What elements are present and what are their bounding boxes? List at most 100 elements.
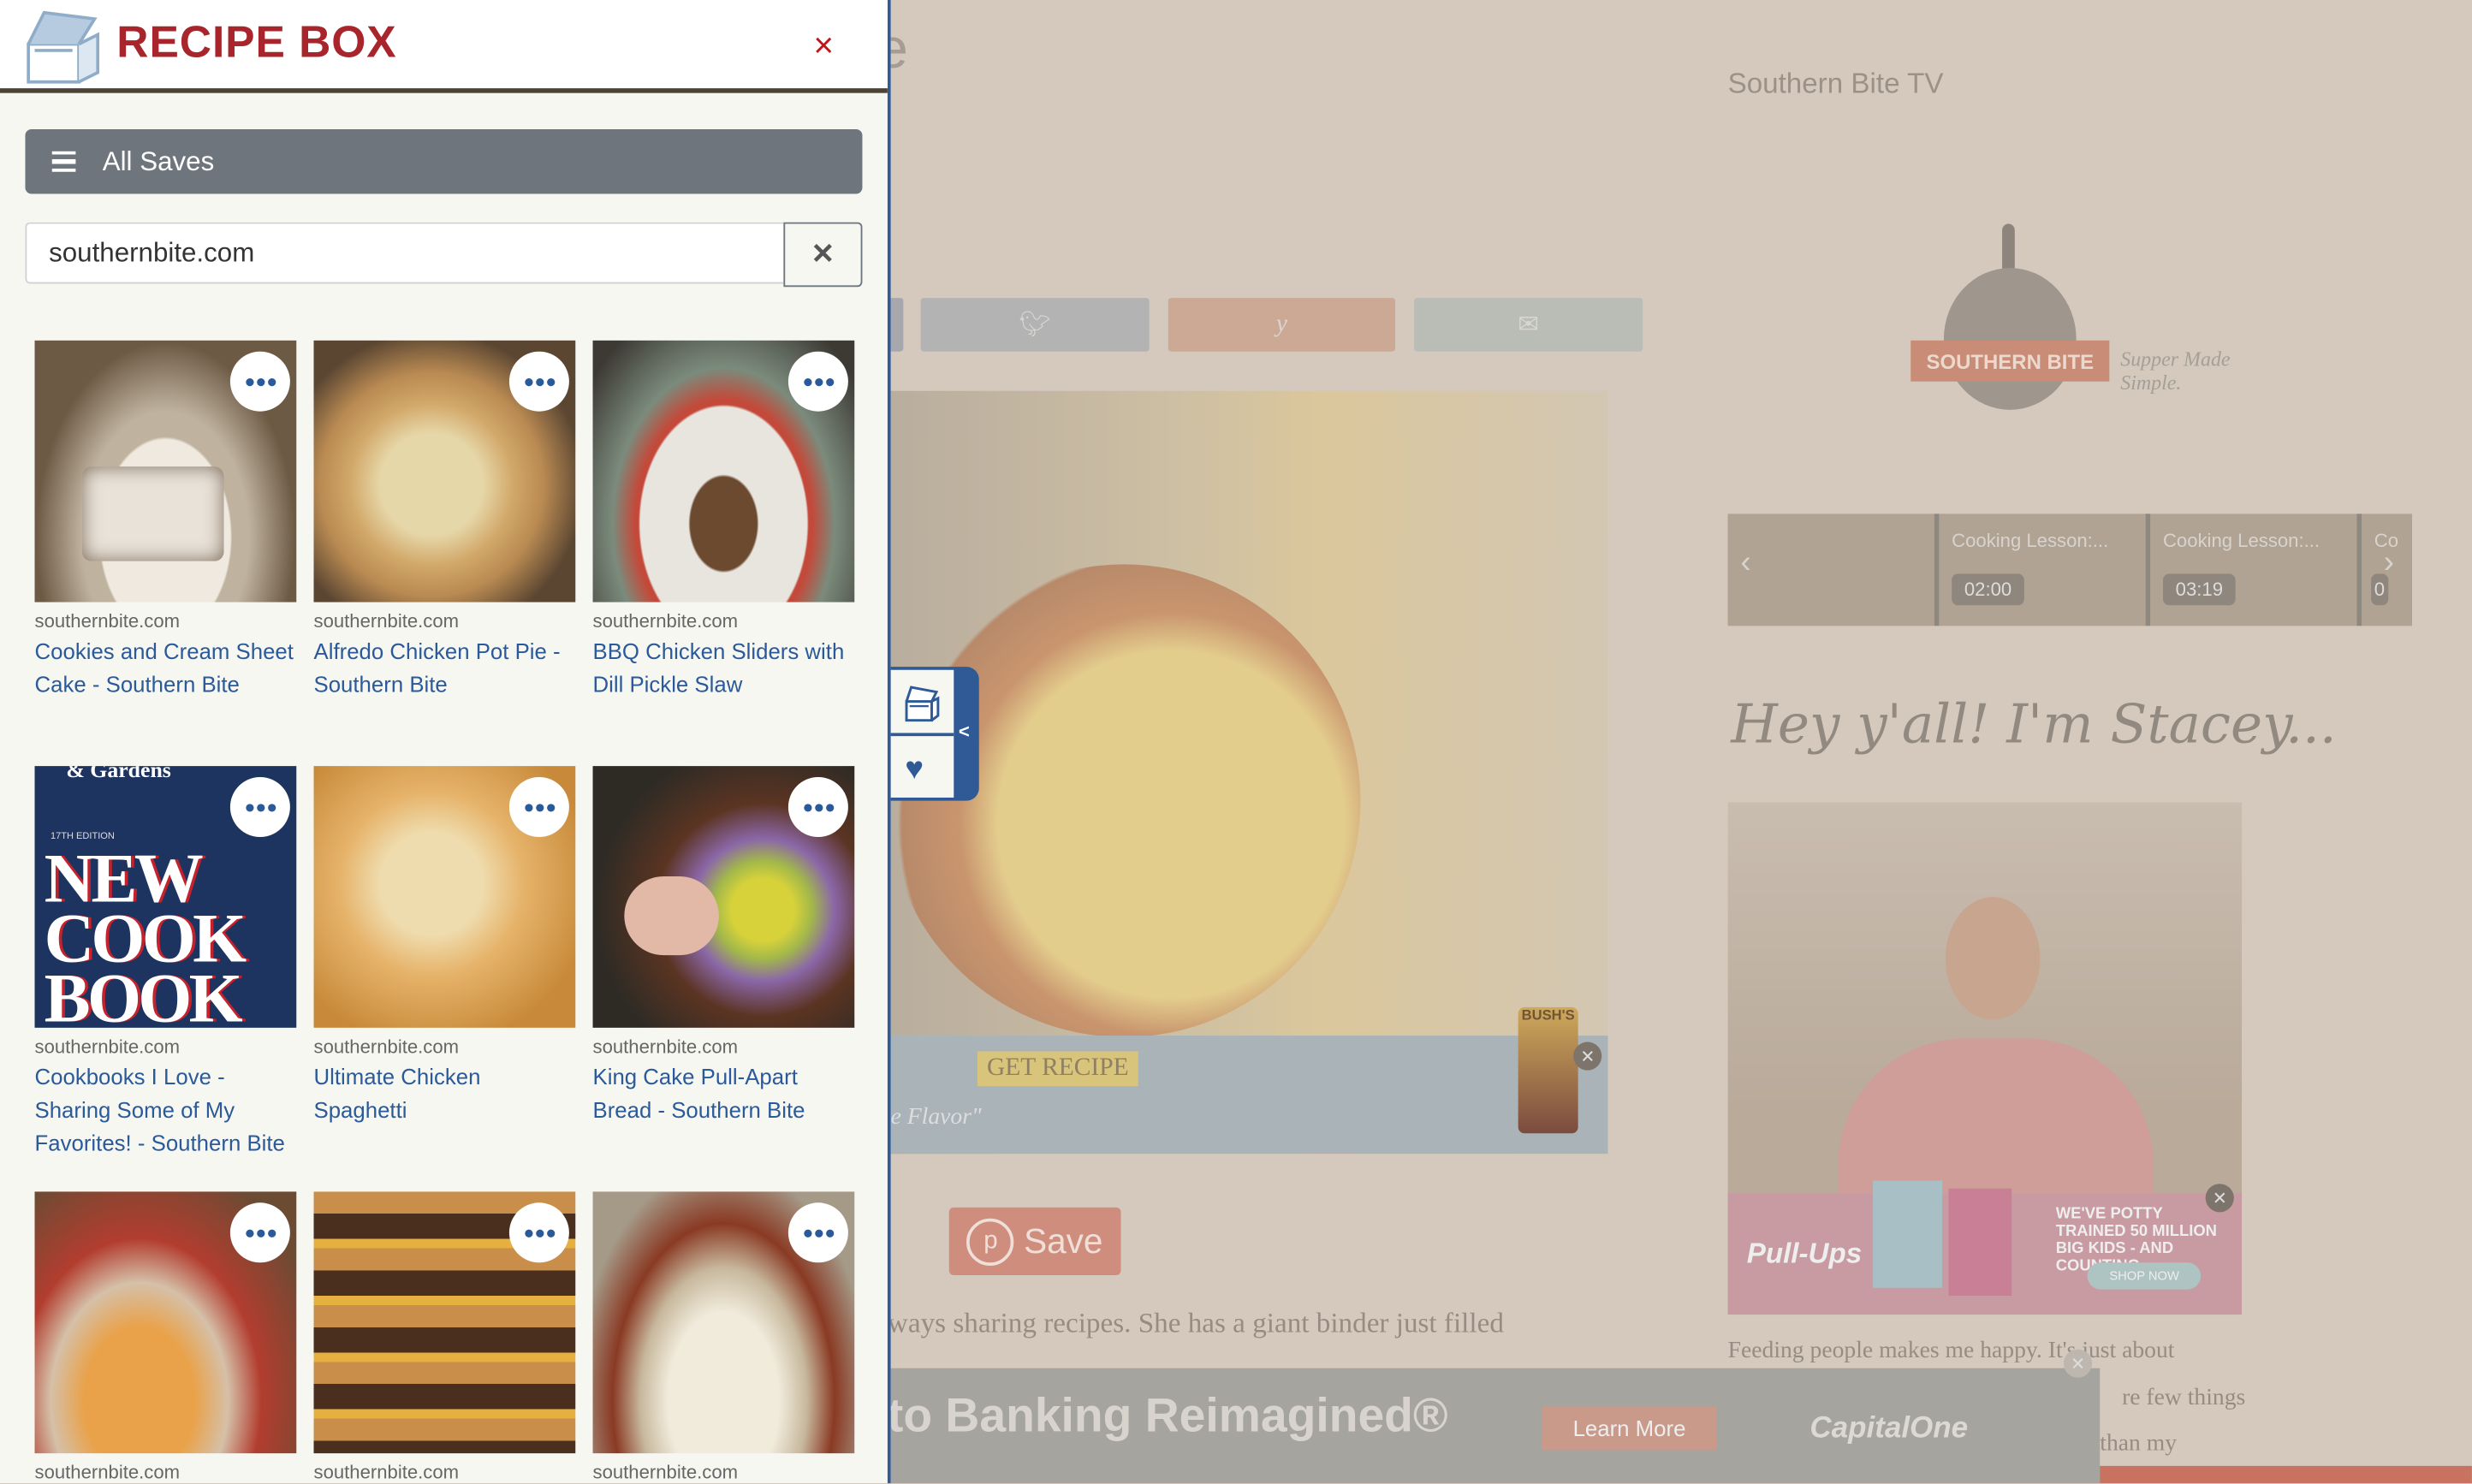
more-options-button[interactable] (787, 1202, 848, 1263)
author-head (1945, 896, 2041, 1020)
recipe-title-link[interactable]: Cookbooks I Love - Sharing Some of My Fa… (35, 1061, 297, 1160)
site-logo (1943, 268, 2077, 410)
pullups-ad[interactable]: Pull-Ups WE'VE POTTY TRAINED 50 MILLION … (1727, 1180, 2243, 1315)
more-options-button[interactable] (229, 351, 290, 412)
ad-close-icon[interactable]: ✕ (1573, 1042, 1602, 1071)
video-duration: 03:19 (2162, 573, 2236, 606)
recipe-thumbnail[interactable] (592, 340, 855, 603)
more-options-button[interactable] (787, 777, 848, 837)
recipe-title-link[interactable]: Cookies and Cream Sheet Cake - Southern … (35, 635, 297, 701)
search-input[interactable] (25, 222, 784, 284)
all-saves-menu-button[interactable]: All Saves (25, 129, 863, 194)
recipe-title-link[interactable]: BBQ Chicken Sliders with Dill Pickle Sla… (593, 635, 855, 701)
recipe-domain: southernbite.com (313, 1036, 460, 1058)
email-icon: ✉ (1518, 312, 1539, 339)
ad-close-icon[interactable]: ✕ (2063, 1349, 2093, 1378)
heart-icon[interactable]: ♥ (905, 752, 924, 788)
more-options-button[interactable] (787, 351, 848, 412)
pinterest-save-button[interactable]: p Save (948, 1207, 1121, 1276)
recipe-title-link[interactable]: King Cake Pull-Apart Bread - Southern Bi… (593, 1061, 855, 1127)
recipe-thumbnail[interactable] (592, 1191, 855, 1454)
ad-close-icon[interactable]: ✕ (2205, 1184, 2234, 1213)
about-text: Feeding people makes me happy. It's just… (1727, 1338, 2175, 1364)
cover-line: BOOK (44, 959, 243, 1028)
saved-recipe-card[interactable]: & Gardens 17TH EDITION NEW COOK BOOK sou… (34, 766, 297, 1160)
recipe-thumbnail[interactable]: & Gardens 17TH EDITION NEW COOK BOOK (34, 766, 297, 1028)
recipe-thumbnail[interactable] (34, 1191, 297, 1454)
clear-search-button[interactable]: ✕ (783, 222, 863, 288)
recipe-domain: southernbite.com (34, 1036, 181, 1058)
recipe-title-link[interactable]: Ultimate Chicken Spaghetti (314, 1061, 576, 1127)
collapse-chevron-icon[interactable]: < (959, 721, 970, 743)
ad-brand: BUSH'S (1521, 1006, 1575, 1024)
video-slide[interactable]: Cooking Lesson:... 02:00 (1939, 513, 2151, 626)
share-button-email[interactable]: ✉ (1414, 298, 1643, 352)
recipe-thumbnail[interactable] (313, 340, 576, 603)
recipe-domain: southernbite.com (592, 609, 739, 632)
saved-recipe-card[interactable]: southernbite.com Cookies and Cream Sheet… (34, 340, 297, 702)
get-recipe-button[interactable]: GET RECIPE (977, 1051, 1138, 1087)
ad-headline: to Banking Reimagined® (887, 1390, 1448, 1443)
saved-recipe-card[interactable]: southernbite.com King Cake Pull-Apart Br… (592, 766, 855, 1127)
all-saves-label: All Saves (102, 145, 215, 176)
ad-brand: Pull-Ups (1746, 1237, 1863, 1269)
video-slide[interactable]: Cooking Lesson:... 03:19 (2150, 513, 2362, 626)
video-slide[interactable]: Co 0 › (2362, 513, 2412, 626)
recipe-ad[interactable]: GET RECIPE e Flavor" BUSH'S ✕ (887, 1006, 1608, 1155)
recipe-title-link[interactable]: Alfredo Chicken Pot Pie - Southern Bite (314, 635, 576, 701)
greeting-heading: Hey y'all! I'm Stacey... (1731, 693, 2337, 757)
close-panel-button[interactable]: × (813, 25, 834, 66)
bank-ad[interactable]: to Banking Reimagined® Learn More Capita… (887, 1349, 2101, 1484)
more-options-button[interactable] (508, 777, 569, 837)
product-box (1873, 1180, 1943, 1288)
product-box (1948, 1188, 2012, 1296)
more-options-button[interactable] (229, 777, 290, 837)
pinterest-icon: p (966, 1217, 1015, 1266)
recipe-thumbnail[interactable] (313, 1191, 576, 1454)
hamburger-icon (51, 151, 76, 173)
more-options-button[interactable] (229, 1202, 290, 1263)
shop-now-button[interactable]: SHOP NOW (2087, 1262, 2202, 1290)
recipe-box-logo-icon (27, 10, 100, 84)
brand-title: RECIPE BOX (116, 17, 397, 67)
sidebar-title: Southern Bite TV (1727, 68, 1944, 100)
capital-one-logo: CapitalOne (1809, 1412, 1969, 1445)
saved-recipe-card[interactable]: southernbite.com Alfredo Chicken Pot Pie… (313, 340, 576, 702)
video-duration: 02:00 (1952, 573, 2024, 606)
recipe-box-side-tab[interactable]: ♥ < (887, 667, 979, 801)
recipe-thumbnail[interactable] (34, 340, 297, 603)
video-title: Cooking Lesson:... (2162, 529, 2320, 552)
recipe-thumbnail[interactable] (313, 766, 576, 1028)
video-carousel[interactable]: ‹ Cooking Lesson:... 02:00 Cooking Lesson… (1727, 513, 2412, 626)
share-button-yummly[interactable]: y (1168, 298, 1395, 352)
recipe-thumbnail[interactable] (592, 766, 855, 1028)
panel-header: RECIPE BOX × (0, 0, 888, 93)
recipe-domain: southernbite.com (592, 1461, 739, 1484)
saved-recipe-card[interactable]: southernbite.com (592, 1191, 855, 1484)
saved-recipe-card[interactable]: southernbite.com (313, 1191, 576, 1484)
recipe-box-icon[interactable] (902, 682, 943, 723)
share-button-twitter[interactable]: 🐦︎ (920, 298, 1150, 352)
carousel-prev-icon[interactable]: ‹ (1740, 545, 1750, 581)
recipe-domain: southernbite.com (313, 1461, 460, 1484)
learn-more-button[interactable]: Learn More (1542, 1405, 1717, 1451)
recipe-box-panel: RECIPE BOX × All Saves ✕ southernbite.co… (0, 0, 891, 1484)
twitter-icon: 🐦︎ (1019, 312, 1051, 339)
saved-recipe-card[interactable]: southernbite.com Ultimate Chicken Spaghe… (313, 766, 576, 1127)
more-options-button[interactable] (508, 351, 569, 412)
video-title: Cooking Lesson:... (1952, 529, 2109, 552)
yummly-icon: y (1275, 310, 1287, 338)
recipe-domain: southernbite.com (34, 1461, 181, 1484)
recipe-domain: southernbite.com (313, 609, 460, 632)
more-options-button[interactable] (508, 1202, 569, 1263)
ad-tag: e Flavor" (890, 1105, 982, 1131)
save-label: Save (1024, 1220, 1103, 1261)
logo-text: SOUTHERN BITE (1910, 340, 2110, 382)
saved-recipe-card[interactable]: southernbite.com (34, 1191, 297, 1484)
carousel-next-icon[interactable]: › (2384, 545, 2394, 581)
bushs-can: BUSH'S (1518, 1006, 1578, 1134)
saved-recipe-card[interactable]: southernbite.com BBQ Chicken Sliders wit… (592, 340, 855, 702)
video-slide[interactable]: ‹ (1727, 513, 1940, 626)
logo-tagline: Supper Made Simple. (2120, 347, 2231, 395)
side-tab-body: ♥ (887, 669, 954, 798)
